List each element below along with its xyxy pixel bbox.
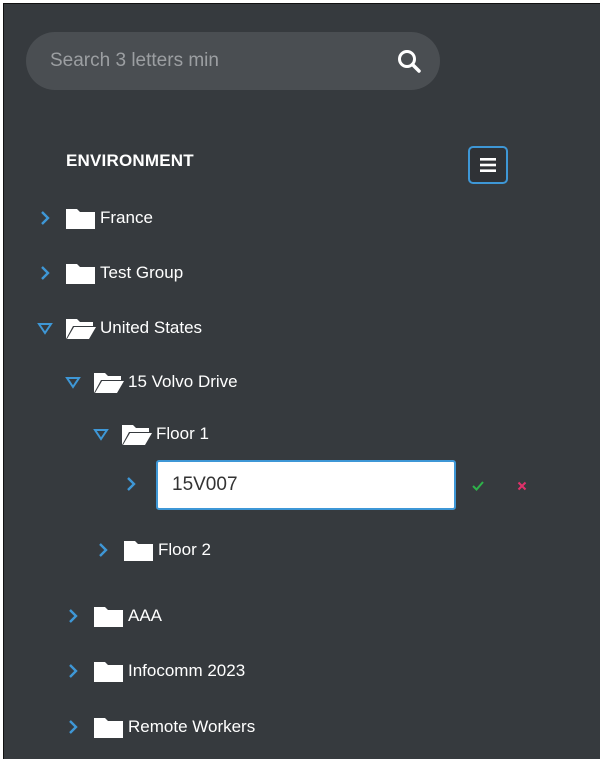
- folder-open-icon: [122, 425, 152, 445]
- folder-closed-icon: [94, 718, 123, 738]
- tree-node-test-group[interactable]: Test Group: [34, 256, 183, 290]
- tree-node-editing-toggle-row: [120, 467, 150, 501]
- tree-node-aaa[interactable]: AAA: [62, 599, 162, 633]
- hamburger-menu-icon: [480, 158, 496, 172]
- tree-node-label: Remote Workers: [128, 717, 256, 736]
- collapse-triangle-icon[interactable]: [62, 371, 84, 393]
- search-bar: [26, 32, 440, 90]
- tree-node-remote-workers[interactable]: Remote Workers: [62, 710, 255, 744]
- confirm-check-icon[interactable]: [470, 478, 486, 494]
- tree-node-label: AAA: [128, 606, 163, 625]
- tree-node-label: Floor 2: [158, 540, 211, 559]
- tree-node-united-states[interactable]: United States: [34, 311, 202, 345]
- expand-chevron-icon[interactable]: [92, 539, 114, 561]
- tree-node-france[interactable]: France: [34, 201, 153, 235]
- tree-node-label: United States: [100, 318, 203, 337]
- tree-node-label: France: [100, 208, 153, 227]
- search-input[interactable]: [50, 32, 350, 90]
- search-icon[interactable]: [396, 48, 424, 76]
- folder-closed-icon: [66, 264, 95, 284]
- expand-chevron-icon[interactable]: [34, 262, 56, 284]
- rename-node-input[interactable]: [156, 460, 456, 510]
- tree-node-label: Test Group: [100, 263, 184, 282]
- tree-menu-button[interactable]: [468, 146, 508, 184]
- collapse-triangle-icon[interactable]: [90, 423, 112, 445]
- expand-chevron-icon[interactable]: [120, 473, 142, 495]
- folder-closed-icon: [66, 209, 95, 229]
- expand-chevron-icon[interactable]: [62, 716, 84, 738]
- expand-chevron-icon[interactable]: [34, 207, 56, 229]
- expand-chevron-icon[interactable]: [62, 660, 84, 682]
- cancel-x-icon[interactable]: [514, 478, 530, 494]
- tree-node-floor-2[interactable]: Floor 2: [92, 533, 211, 567]
- environment-panel: ENVIRONMENT France Test Group: [3, 3, 600, 759]
- tree-node-infocomm-2023[interactable]: Infocomm 2023: [62, 654, 245, 688]
- environment-title: ENVIRONMENT: [66, 151, 194, 170]
- tree-node-label: Floor 1: [156, 424, 209, 443]
- collapse-triangle-icon[interactable]: [34, 317, 56, 339]
- folder-closed-icon: [94, 607, 123, 627]
- tree-node-label: 15 Volvo Drive: [128, 372, 238, 391]
- folder-open-icon: [66, 319, 96, 339]
- tree-node-15-volvo-drive[interactable]: 15 Volvo Drive: [62, 365, 238, 399]
- folder-closed-icon: [94, 662, 123, 682]
- folder-open-icon: [94, 373, 124, 393]
- folder-closed-icon: [124, 541, 153, 561]
- tree-node-floor-1[interactable]: Floor 1: [90, 417, 209, 451]
- expand-chevron-icon[interactable]: [62, 605, 84, 627]
- tree-node-label: Infocomm 2023: [128, 661, 246, 680]
